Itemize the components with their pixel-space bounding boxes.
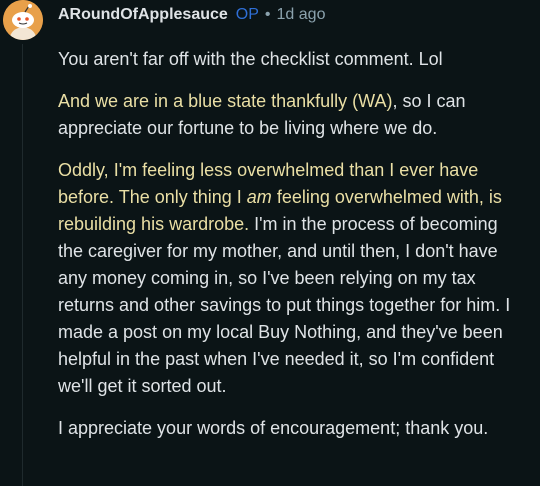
user-avatar[interactable] <box>3 0 43 40</box>
separator-dot: • <box>264 6 271 23</box>
text-line: made a post on my local Buy Nothing, and… <box>58 322 503 342</box>
highlighted-text: And we are in a blue state thankfully (W… <box>58 91 393 111</box>
text-line: I appreciate your words of encouragement… <box>58 418 489 438</box>
comment: ARoundOfApplesauce OP • 1d ago You aren'… <box>0 0 540 486</box>
text-line: rebuilding his wardrobe. I'm in the proc… <box>58 211 536 238</box>
highlighted-text: rebuilding his wardrobe. <box>58 214 250 234</box>
text-line: the caregiver for my mother, and until t… <box>58 241 498 261</box>
highlighted-line: Oddly, I'm feeling less overwhelmed than… <box>58 160 479 180</box>
paragraph-4: I appreciate your words of encouragement… <box>58 415 536 442</box>
text-line: appreciate our fortune to be living wher… <box>58 118 438 138</box>
username-link[interactable]: ARoundOfApplesauce <box>58 6 228 24</box>
comment-body: You aren't far off with the checklist co… <box>58 46 536 457</box>
highlighted-line: before. The only thing I am feeling over… <box>58 184 536 211</box>
thread-line[interactable] <box>22 44 23 486</box>
paragraph-2: And we are in a blue state thankfully (W… <box>58 88 536 142</box>
op-badge: OP <box>235 6 259 23</box>
text-line: helpful in the past when I've needed it,… <box>58 349 495 369</box>
text-line: we'll get it sorted out. <box>58 376 227 396</box>
comment-timestamp: 1d ago <box>276 6 326 23</box>
text-line: returns and other savings to put things … <box>58 295 511 315</box>
plain-text: , so I can <box>392 91 466 111</box>
text-line: And we are in a blue state thankfully (W… <box>58 88 536 115</box>
snoo-avatar-icon <box>3 0 43 40</box>
text-line: any money coming in, so I've been relyin… <box>58 268 476 288</box>
highlighted-text: before. The only thing I <box>58 187 247 207</box>
plain-text: I'm in the process of becoming <box>249 214 498 234</box>
text-line: You aren't far off with the checklist co… <box>58 49 443 69</box>
comment-header: ARoundOfApplesauce OP • 1d ago <box>58 5 325 25</box>
highlighted-text: feeling overwhelmed with, is <box>271 187 502 207</box>
emphasized-text: am <box>246 187 272 207</box>
paragraph-1: You aren't far off with the checklist co… <box>58 46 536 73</box>
paragraph-3: Oddly, I'm feeling less overwhelmed than… <box>58 157 536 400</box>
